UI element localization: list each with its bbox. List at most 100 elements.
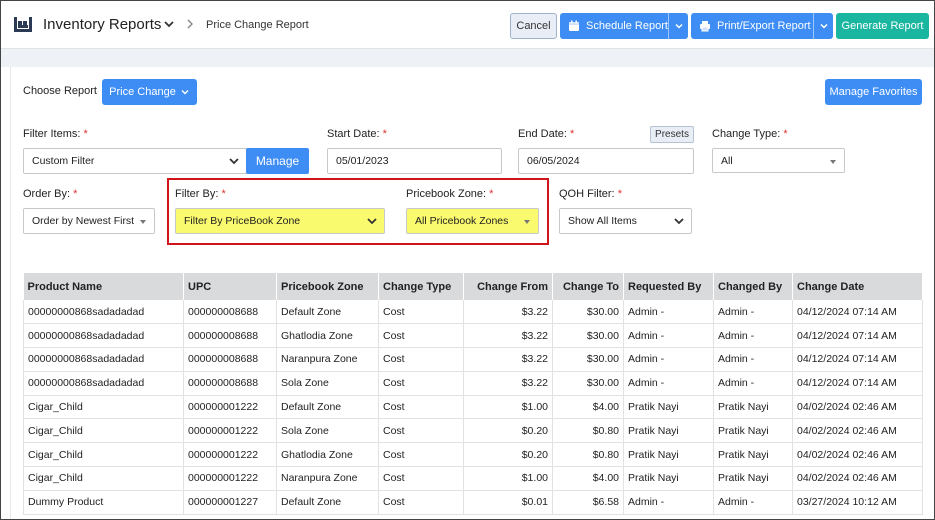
order-by-select[interactable]: Order by Newest First [23,208,155,234]
required-mark: * [73,188,78,200]
required-mark: * [783,128,788,140]
cell-change-to: $6.58 [552,490,624,515]
cell-pricebook-zone: Sola Zone [276,371,379,396]
print-export-button[interactable]: Print/Export Report [691,13,833,39]
cell-upc: 000000001222 [183,442,277,468]
column-header-pricebook-zone[interactable]: Pricebook Zone [276,273,379,300]
cell-product-name: Cigar_Child [23,395,184,420]
chevron-down-icon[interactable] [163,18,175,30]
cell-change-to: $30.00 [552,300,624,325]
cell-upc: 000000001227 [183,490,277,515]
calendar-icon [569,20,579,31]
start-date-label-text: Start Date: [327,128,380,140]
cell-product-name: 00000000868sadadadad [23,300,184,325]
cell-change-from: $3.22 [463,300,553,325]
order-by-label-text: Order By: [23,188,71,200]
cell-pricebook-zone: Naranpura Zone [276,347,379,372]
cell-product-name: Dummy Product [23,490,184,515]
filter-items-label-text: Filter Items: [23,128,81,140]
table-row[interactable]: 00000000868sadadadad 000000008688 Sola Zon… [23,371,923,396]
print-export-label: Print/Export Report [717,20,811,32]
price-change-table: Product Name UPC Pricebook Zone Change T… [23,273,923,515]
cell-change-type: Cost [378,371,464,396]
end-date-input[interactable]: 06/05/2024 [518,148,694,174]
column-header-requested-by[interactable]: Requested By [623,273,714,300]
required-mark: * [83,128,88,140]
start-date-input[interactable]: 05/01/2023 [327,148,502,174]
start-date-value: 05/01/2023 [336,155,389,167]
choose-report-label: Choose Report [23,85,97,97]
breadcrumb-separator-icon [187,19,193,29]
table-row[interactable]: 00000000868sadadadad 000000008688 Ghatlodi… [23,323,923,349]
cancel-button-label: Cancel [516,20,551,32]
app-title: Inventory Reports [43,16,162,33]
print-dropdown-toggle[interactable] [813,13,833,39]
schedule-dropdown-toggle[interactable] [668,13,688,39]
cell-changed-by: Admin - [713,323,793,349]
schedule-report-label: Schedule Report [586,20,668,32]
order-by-label: Order By: * [23,188,77,200]
table-row[interactable]: Dummy Product 000000001227 Default Zone Cos… [23,490,923,515]
table-body: 00000000868sadadadad 000000008688 Default … [23,300,923,515]
column-header-change-type[interactable]: Change Type [378,273,464,300]
cell-changed-by: Pratik Nayi [713,395,793,420]
cell-upc: 000000008688 [183,323,277,349]
filter-items-select[interactable]: Custom Filter [23,148,247,174]
table-row[interactable]: 00000000868sadadadad 000000008688 Naranpur… [23,347,923,372]
manage-favorites-button[interactable]: Manage Favorites [825,79,922,105]
table-row[interactable]: Cigar_Child 000000001222 Sola Zone Cost $0.2… [23,418,923,444]
column-header-change-date[interactable]: Change Date [792,273,923,300]
cell-changed-by: Pratik Nayi [713,418,793,444]
cell-requested-by: Admin - [623,371,714,396]
cell-change-to: $4.00 [552,395,624,420]
cell-change-from: $3.22 [463,347,553,372]
cell-changed-by: Pratik Nayi [713,442,793,468]
cell-change-type: Cost [378,418,464,444]
cell-change-date: 04/02/2024 02:46 AM [792,442,923,468]
column-header-upc[interactable]: UPC [183,273,277,300]
cell-requested-by: Pratik Nayi [623,418,714,444]
cell-change-date: 04/12/2024 07:14 AM [792,323,923,349]
cell-upc: 000000008688 [183,371,277,396]
table-row[interactable]: Cigar_Child 000000001222 Default Zone Cost $… [23,395,923,420]
end-date-label: End Date: * [518,128,574,140]
filter-items-label: Filter Items: * [23,128,88,140]
chevron-down-icon [181,90,189,95]
table-row[interactable]: 00000000868sadadadad 000000008688 Default … [23,300,923,325]
cell-upc: 000000001222 [183,466,277,491]
cell-change-date: 03/27/2024 10:12 AM [792,490,923,515]
column-header-change-to[interactable]: Change To [552,273,624,300]
cell-pricebook-zone: Default Zone [276,490,379,515]
table-row[interactable]: Cigar_Child 000000001222 Naranpura Zone Cos… [23,466,923,491]
cell-change-from: $1.00 [463,466,553,491]
cell-change-date: 04/02/2024 02:46 AM [792,466,923,491]
cell-change-to: $30.00 [552,347,624,372]
cancel-button[interactable]: Cancel [510,13,557,39]
qoh-filter-select[interactable]: Show All Items [559,208,692,234]
caret-down-icon [140,220,146,224]
table-row[interactable]: Cigar_Child 000000001222 Ghatlodia Zone Cos… [23,442,923,468]
report-type-dropdown[interactable]: Price Change [102,79,197,105]
order-by-value: Order by Newest First [32,215,135,227]
cell-requested-by: Pratik Nayi [623,395,714,420]
end-date-label-text: End Date: [518,128,567,140]
cell-upc: 000000008688 [183,300,277,325]
cell-product-name: Cigar_Child [23,442,184,468]
required-mark: * [382,128,387,140]
generate-report-button[interactable]: Generate Report [836,13,929,39]
cell-upc: 000000001222 [183,418,277,444]
cell-change-date: 04/02/2024 02:46 AM [792,395,923,420]
column-header-product-name[interactable]: Product Name [23,273,184,300]
presets-button[interactable]: Presets [650,126,694,143]
column-header-changed-by[interactable]: Changed By [713,273,793,300]
caret-down-icon [830,160,836,164]
cell-pricebook-zone: Sola Zone [276,418,379,444]
change-type-select[interactable]: All [712,148,845,173]
manage-filter-button[interactable]: Manage [246,148,309,174]
column-header-change-from[interactable]: Change From [463,273,553,300]
schedule-report-button[interactable]: Schedule Report [560,13,688,39]
cell-change-type: Cost [378,466,464,491]
cell-product-name: Cigar_Child [23,418,184,444]
cell-requested-by: Admin - [623,323,714,349]
cell-pricebook-zone: Ghatlodia Zone [276,323,379,349]
